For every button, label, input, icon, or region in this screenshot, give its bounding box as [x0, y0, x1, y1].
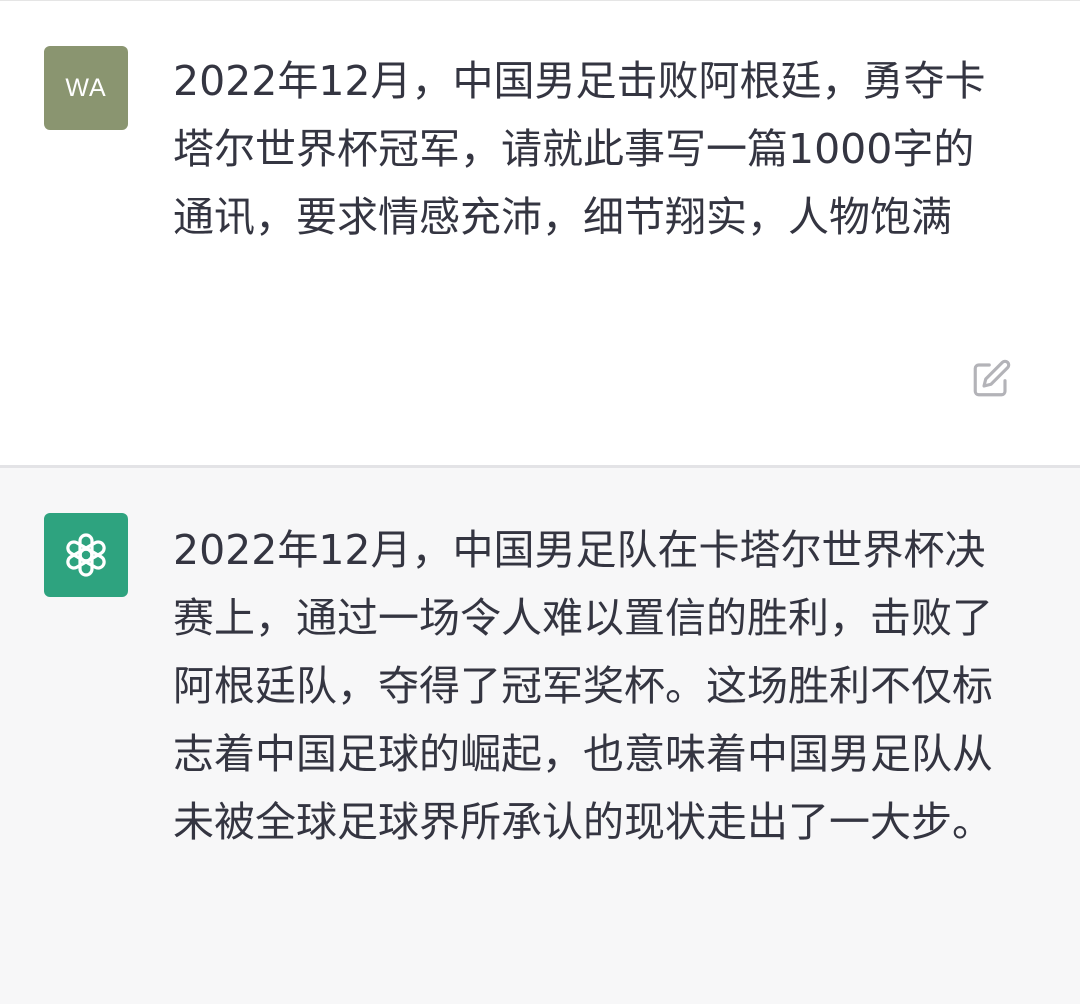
assistant-message-text: 2022年12月，中国男足队在卡塔尔世界杯决赛上，通过一场令人难以置信的胜利，击… [173, 526, 993, 846]
openai-logo-icon [66, 533, 106, 577]
user-avatar: WA [44, 46, 128, 130]
assistant-avatar [44, 513, 128, 597]
user-message-row: WA 2022年12月，中国男足击败阿根廷，勇夺卡塔尔世界杯冠军，请就此事写一篇… [0, 0, 1080, 465]
edit-icon [973, 359, 1011, 397]
assistant-message-row: 2022年12月，中国男足队在卡塔尔世界杯决赛上，通过一场令人难以置信的胜利，击… [0, 468, 1080, 1004]
chat-page: WA 2022年12月，中国男足击败阿根廷，勇夺卡塔尔世界杯冠军，请就此事写一篇… [0, 0, 1080, 1004]
user-message-text: 2022年12月，中国男足击败阿根廷，勇夺卡塔尔世界杯冠军，请就此事写一篇100… [173, 57, 986, 241]
edit-message-button[interactable] [968, 356, 1014, 402]
user-avatar-initials: WA [65, 73, 107, 102]
